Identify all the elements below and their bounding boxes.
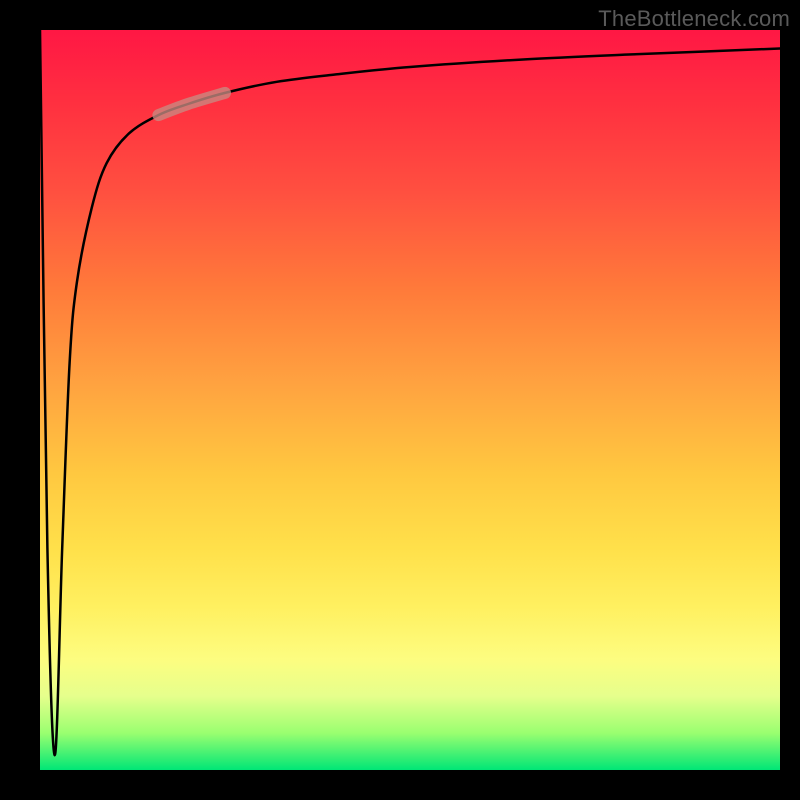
watermark-text: TheBottleneck.com	[598, 6, 790, 32]
chart-stage: TheBottleneck.com	[0, 0, 800, 800]
bottleneck-curve-path	[40, 30, 780, 755]
highlight-segment	[158, 93, 225, 115]
curve-svg	[40, 30, 780, 770]
plot-area	[40, 30, 780, 770]
